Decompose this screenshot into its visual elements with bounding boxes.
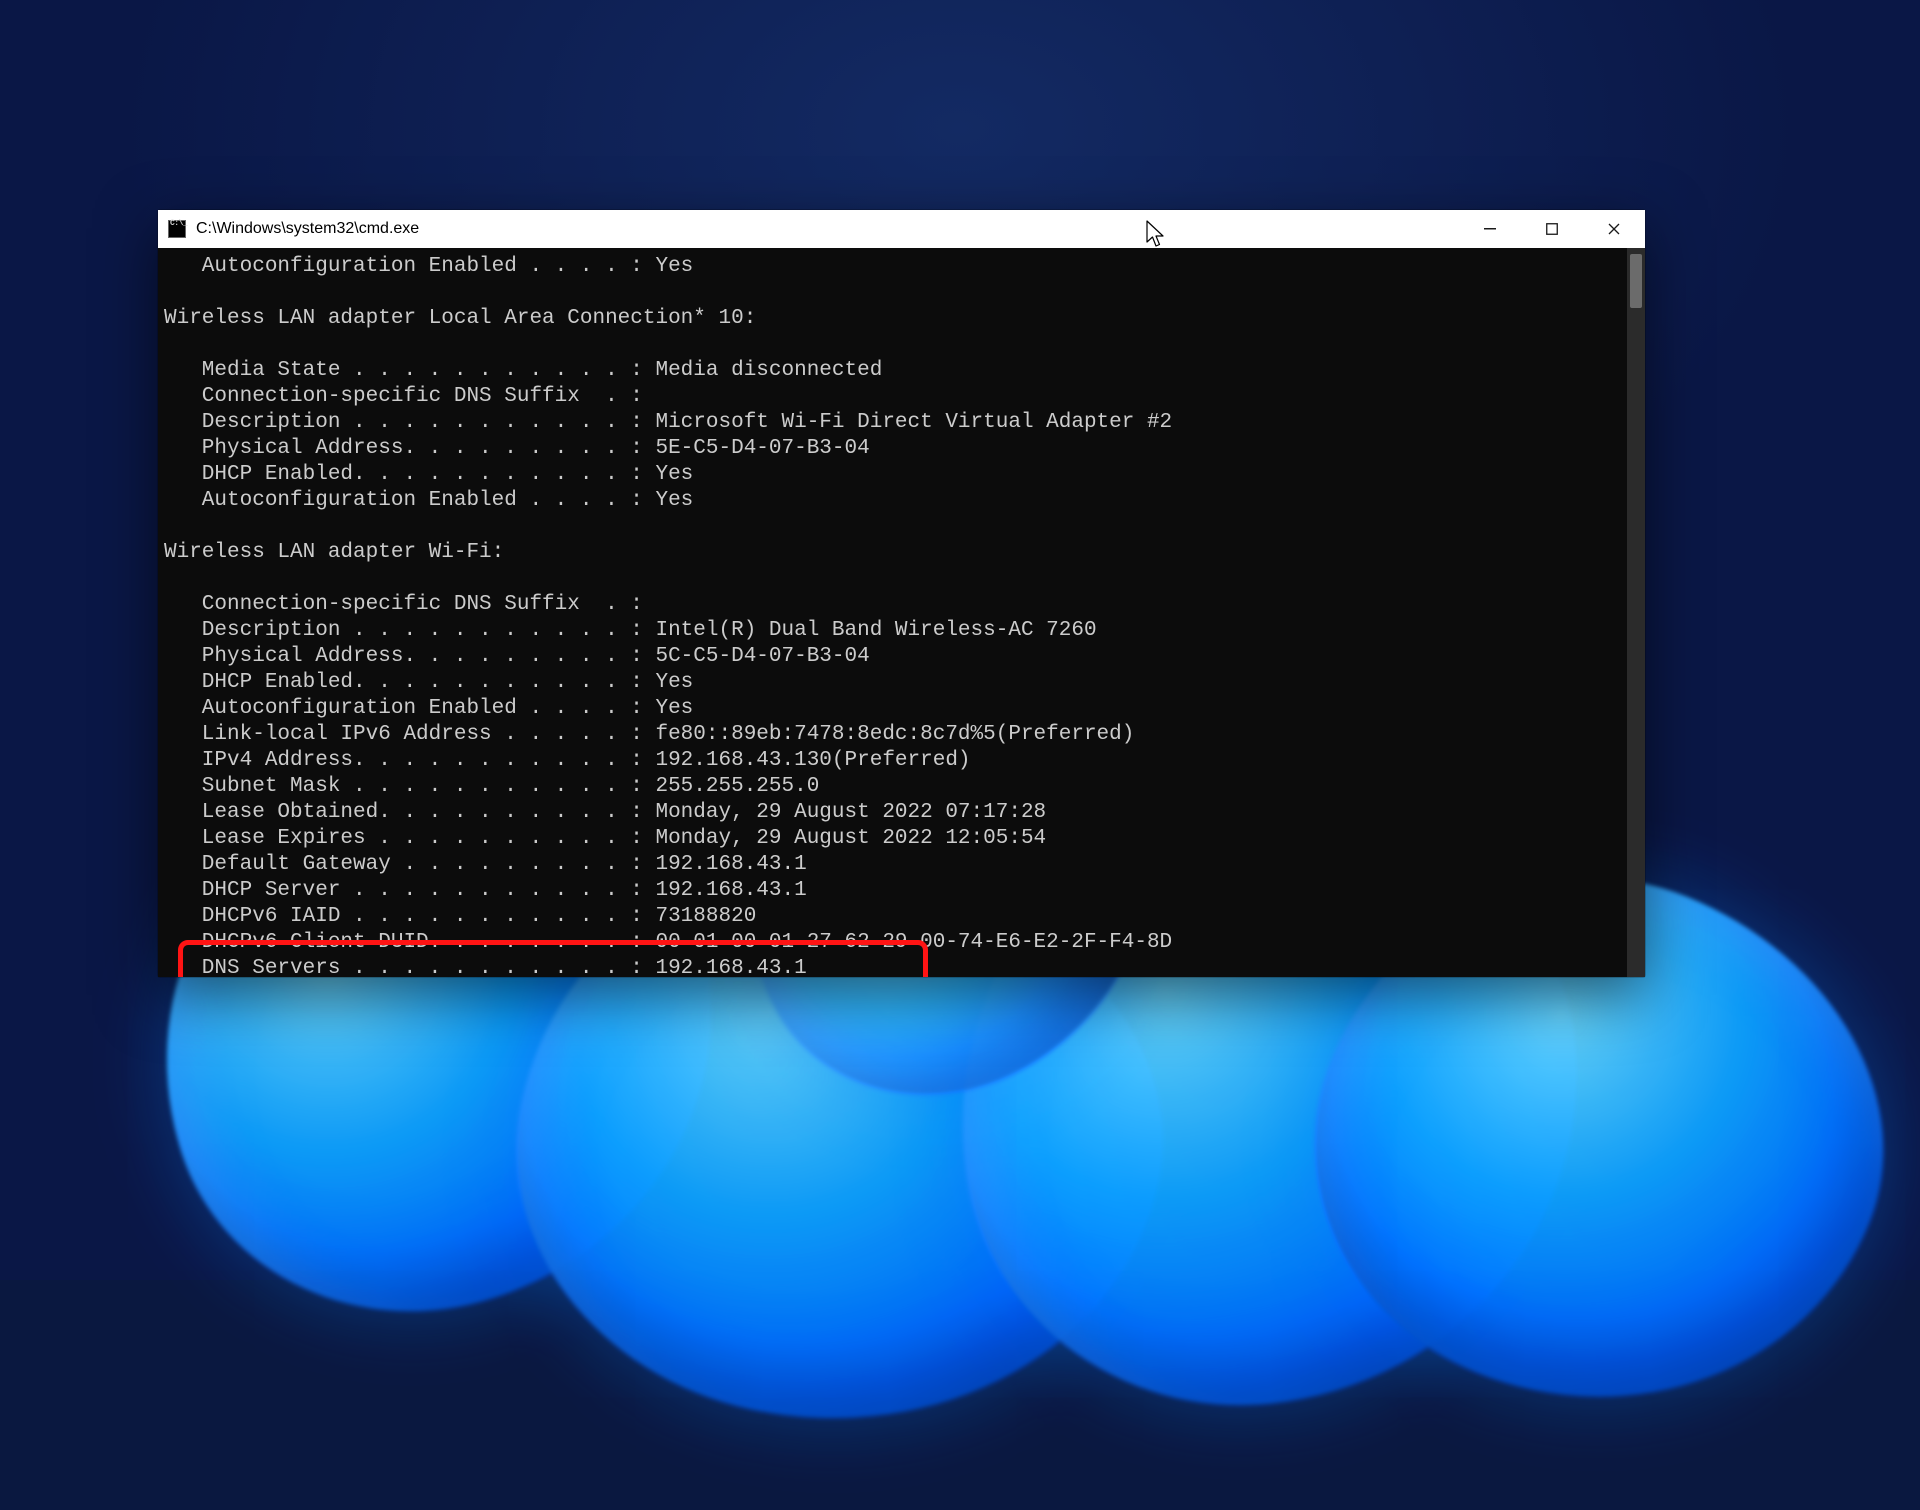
- terminal-line: Physical Address. . . . . . . . . : 5E-C…: [164, 436, 1627, 462]
- terminal-line: Autoconfiguration Enabled . . . . : Yes: [164, 254, 1627, 280]
- scrollbar-thumb[interactable]: [1630, 254, 1642, 308]
- terminal-line: Autoconfiguration Enabled . . . . : Yes: [164, 696, 1627, 722]
- window-title: C:\Windows\system32\cmd.exe: [196, 220, 419, 238]
- terminal-line: DHCP Server . . . . . . . . . . . : 192.…: [164, 878, 1627, 904]
- maximize-icon: [1546, 223, 1558, 235]
- terminal-line: Description . . . . . . . . . . . : Inte…: [164, 618, 1627, 644]
- terminal-line: [164, 566, 1627, 592]
- minimize-icon: [1484, 223, 1496, 235]
- close-button[interactable]: [1583, 210, 1645, 248]
- terminal-line: Wireless LAN adapter Wi-Fi:: [164, 540, 1627, 566]
- cmd-window: C:\Windows\system32\cmd.exe Autoconfigur…: [158, 210, 1645, 977]
- terminal-line: Default Gateway . . . . . . . . . : 192.…: [164, 852, 1627, 878]
- terminal-line: Description . . . . . . . . . . . : Micr…: [164, 410, 1627, 436]
- minimize-button[interactable]: [1459, 210, 1521, 248]
- cmd-app-icon: [168, 220, 186, 238]
- terminal-line: Connection-specific DNS Suffix . :: [164, 592, 1627, 618]
- terminal-line: DHCP Enabled. . . . . . . . . . . : Yes: [164, 670, 1627, 696]
- terminal-line: Subnet Mask . . . . . . . . . . . : 255.…: [164, 774, 1627, 800]
- terminal-line: Lease Obtained. . . . . . . . . . : Mond…: [164, 800, 1627, 826]
- terminal-line: [164, 514, 1627, 540]
- terminal-line: DNS Servers . . . . . . . . . . . : 192.…: [164, 956, 1627, 977]
- terminal-line: Physical Address. . . . . . . . . : 5C-C…: [164, 644, 1627, 670]
- terminal-line: DHCP Enabled. . . . . . . . . . . : Yes: [164, 462, 1627, 488]
- terminal-scrollbar[interactable]: [1627, 248, 1645, 977]
- terminal-line: DHCPv6 IAID . . . . . . . . . . . : 7318…: [164, 904, 1627, 930]
- terminal-line: [164, 332, 1627, 358]
- terminal-line: Lease Expires . . . . . . . . . . : Mond…: [164, 826, 1627, 852]
- titlebar[interactable]: C:\Windows\system32\cmd.exe: [158, 210, 1645, 248]
- terminal-line: Link-local IPv6 Address . . . . . : fe80…: [164, 722, 1627, 748]
- terminal-line: IPv4 Address. . . . . . . . . . . : 192.…: [164, 748, 1627, 774]
- terminal-line: Wireless LAN adapter Local Area Connecti…: [164, 306, 1627, 332]
- maximize-button[interactable]: [1521, 210, 1583, 248]
- terminal-line: DHCPv6 Client DUID. . . . . . . . : 00-0…: [164, 930, 1627, 956]
- terminal-client-area[interactable]: Autoconfiguration Enabled . . . . : Yes …: [158, 248, 1645, 977]
- terminal-line: Autoconfiguration Enabled . . . . : Yes: [164, 488, 1627, 514]
- terminal-output[interactable]: Autoconfiguration Enabled . . . . : Yes …: [158, 248, 1627, 977]
- close-icon: [1608, 223, 1620, 235]
- terminal-line: [164, 280, 1627, 306]
- terminal-line: Media State . . . . . . . . . . . : Medi…: [164, 358, 1627, 384]
- terminal-line: Connection-specific DNS Suffix . :: [164, 384, 1627, 410]
